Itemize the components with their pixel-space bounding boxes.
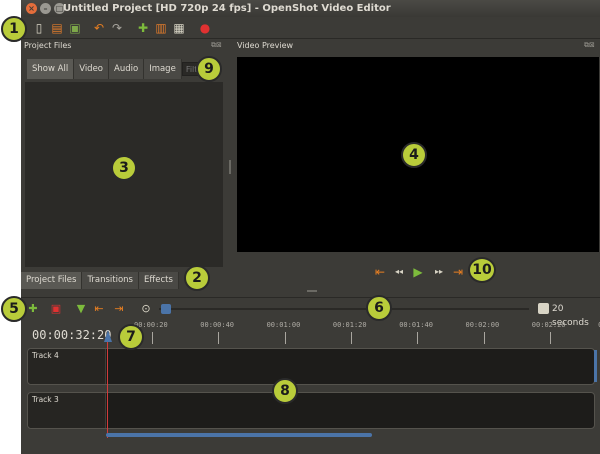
track-name: Track 3 (32, 395, 59, 404)
project-files-header: Project Files (24, 41, 72, 50)
import-files-icon[interactable]: ✚ (135, 20, 151, 36)
playhead-line (107, 342, 108, 438)
track-header: Track 4 (28, 349, 106, 384)
timecode-display: 00:00:32:20 (32, 328, 112, 342)
ruler-tick (350, 332, 352, 344)
fullscreen-icon[interactable]: ▦ (171, 20, 187, 36)
undo-icon[interactable]: ↶ (91, 20, 107, 36)
tab-transitions[interactable]: Transitions (82, 272, 139, 289)
tab-effects[interactable]: Effects (138, 272, 179, 289)
zoom-icon (538, 303, 549, 314)
ruler-tick-label: 00:01:00 (266, 321, 301, 329)
ruler-tick-label: 00:01:40 (399, 321, 433, 329)
profile-icon[interactable]: ▥ (153, 20, 169, 36)
ruler-tick (549, 332, 551, 344)
open-project-icon[interactable]: ▤ (49, 20, 65, 36)
zoom-slider-handle[interactable] (161, 304, 171, 314)
new-project-icon[interactable]: ▯ (31, 20, 47, 36)
redo-icon[interactable]: ↷ (109, 20, 125, 36)
tab-project-files[interactable]: Project Files (21, 272, 83, 289)
jump-end-icon[interactable]: ⇥ (450, 263, 466, 281)
play-icon[interactable]: ▶ (410, 263, 426, 281)
timeline-splitter[interactable] (307, 290, 317, 292)
tab-audio[interactable]: Audio (109, 59, 145, 79)
add-marker-icon[interactable]: ▼ (74, 302, 88, 316)
ruler-tick (218, 332, 220, 344)
callout-7: 7 (118, 324, 144, 350)
ruler-tick-label: 00:01:20 (332, 321, 367, 329)
snapping-icon[interactable]: ⊙ (139, 302, 153, 316)
window-title: Untitled Project [HD 720p 24 fps] - Open… (63, 3, 391, 14)
title-bar: × – □ Untitled Project [HD 720p 24 fps] … (21, 0, 600, 17)
callout-9: 9 (196, 56, 222, 82)
next-marker-icon[interactable]: ⇥ (112, 302, 126, 316)
fast-forward-icon[interactable]: ▸▸ (431, 263, 447, 281)
export-video-icon[interactable]: ● (197, 20, 213, 36)
minimize-window-icon[interactable]: – (40, 3, 51, 14)
callout-4: 4 (401, 142, 427, 168)
openshot-window: × – □ Untitled Project [HD 720p 24 fps] … (21, 0, 600, 454)
ruler-tick-label: 00:02:20 (531, 321, 566, 329)
callout-6: 6 (366, 295, 392, 321)
ruler-tick-label: 00:02:00 (465, 321, 500, 329)
horizontal-scrollbar[interactable] (106, 433, 372, 437)
previous-marker-icon[interactable]: ⇤ (92, 302, 106, 316)
ruler-tick (284, 332, 286, 344)
close-window-icon[interactable]: × (26, 3, 37, 14)
rewind-icon[interactable]: ◂◂ (391, 263, 407, 281)
ruler-tick (483, 332, 485, 344)
ruler-tick (152, 332, 153, 344)
tab-video[interactable]: Video (74, 59, 110, 79)
track-header: Track 3 (28, 393, 106, 428)
callout-3: 3 (111, 155, 137, 181)
ruler-tick-label: 00:00:40 (200, 321, 235, 329)
track-row[interactable]: Track 3 (27, 392, 595, 429)
video-preview-header: Video Preview (237, 41, 294, 50)
panel-float-icon[interactable]: ⧉⊠ (211, 41, 222, 50)
vertical-scrollbar[interactable] (594, 350, 597, 382)
track-row[interactable]: Track 4 (27, 348, 595, 385)
tab-image[interactable]: Image (144, 59, 182, 79)
razor-icon[interactable]: ▣ (49, 302, 63, 316)
ruler-tick (417, 332, 419, 344)
timeline-toolbar: 20 seconds ✚ ▣ ▼ ⇤ ⇥ ⊙ (21, 297, 600, 328)
callout-8: 8 (272, 378, 298, 404)
add-track-icon[interactable]: ✚ (26, 302, 40, 316)
timeline-ruler[interactable]: 00:00:20 00:00:40 00:01:00 00:01:20 00:01:40… (106, 320, 600, 346)
track-name: Track 4 (32, 351, 59, 360)
playhead-handle[interactable] (104, 330, 112, 342)
zoom-slider-track[interactable] (159, 308, 529, 310)
panel-splitter[interactable] (229, 160, 231, 174)
callout-5: 5 (1, 296, 27, 322)
filter-tabs: Show All Video Audio Image (27, 59, 214, 79)
main-toolbar: ▯ ▤ ▣ ↶ ↷ ✚ ▥ ▦ ● (21, 17, 600, 39)
jump-start-icon[interactable]: ⇤ (372, 263, 388, 281)
save-project-icon[interactable]: ▣ (67, 20, 83, 36)
callout-1: 1 (1, 16, 27, 42)
callout-2: 2 (184, 265, 210, 291)
panel-float-icon[interactable]: ⧉⊠ (584, 41, 595, 50)
callout-10: 10 (468, 257, 496, 283)
tab-show-all[interactable]: Show All (27, 59, 75, 79)
bottom-tabs: Project Files Transitions Effects (21, 272, 179, 289)
